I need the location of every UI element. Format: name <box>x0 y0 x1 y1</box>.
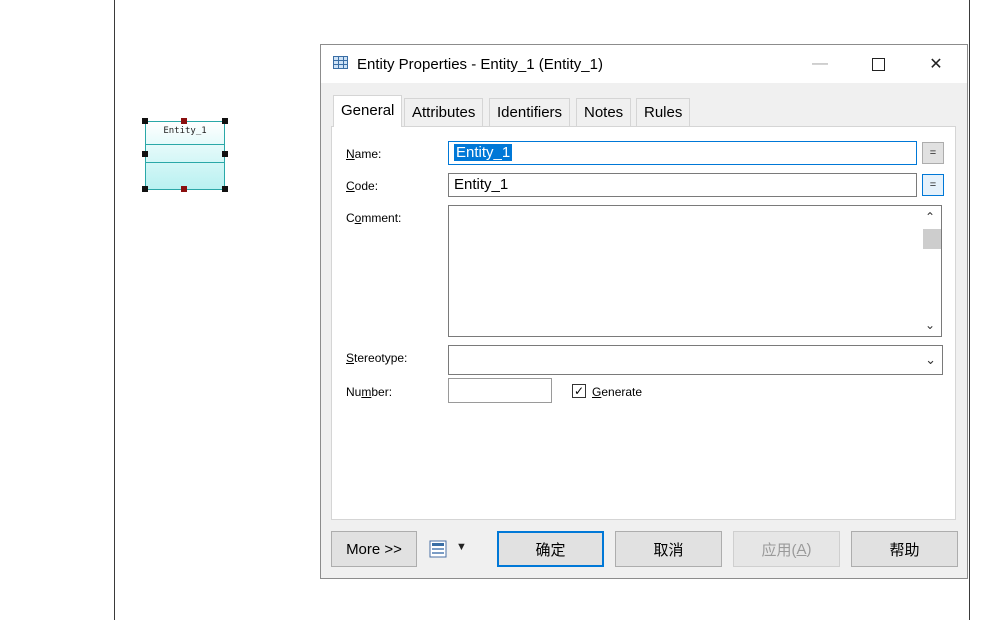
code-sync-button[interactable]: = <box>922 174 944 196</box>
cancel-button[interactable]: 取消 <box>615 531 722 567</box>
comment-label-start: C <box>346 211 355 225</box>
chevron-down-icon: ⌄ <box>925 352 936 367</box>
name-label: Name: <box>346 147 381 161</box>
name-field[interactable]: Entity_1 <box>448 141 917 165</box>
entity-symbol-name: Entity_1 <box>163 126 207 136</box>
scroll-up-icon[interactable]: ⌃ <box>920 207 940 227</box>
minimize-icon: — <box>812 55 828 72</box>
entity-separator-1 <box>146 144 224 145</box>
number-label: Number: <box>346 385 392 399</box>
generate-label[interactable]: Generate <box>592 385 642 399</box>
number-label-accesskey: m <box>361 385 372 399</box>
code-label-text: ode: <box>354 179 379 193</box>
scroll-thumb[interactable] <box>923 229 941 249</box>
comment-label: Comment: <box>346 211 401 225</box>
name-label-accesskey: N <box>346 147 355 161</box>
stereotype-combobox[interactable]: ⌄ <box>448 345 943 375</box>
diagram-border-left <box>114 0 115 620</box>
stereotype-label: Stereotype: <box>346 351 407 365</box>
dialog-titlebar[interactable]: Entity Properties - Entity_1 (Entity_1) … <box>321 45 967 83</box>
maximize-button[interactable] <box>855 45 901 83</box>
generate-checkbox[interactable]: ✓ <box>572 384 586 398</box>
list-format-icon[interactable] <box>429 540 447 558</box>
tab-attributes[interactable]: Attributes <box>404 98 484 126</box>
generate-label-text: enerate <box>601 385 643 399</box>
comment-label-text: mment: <box>361 211 402 225</box>
tab-identifiers[interactable]: Identifiers <box>489 98 571 126</box>
diagram-border-right <box>969 0 970 620</box>
resize-handle-w[interactable] <box>142 151 148 157</box>
entity-symbol[interactable]: Entity_1 <box>145 121 225 190</box>
resize-handle-se[interactable] <box>222 186 228 192</box>
name-field-value: Entity_1 <box>454 144 513 161</box>
code-label-accesskey: C <box>346 179 355 193</box>
resize-handle-e[interactable] <box>222 151 228 157</box>
number-label-start: Nu <box>346 385 362 399</box>
comment-textarea[interactable]: ⌃ ⌄ <box>448 205 942 337</box>
general-tab-panel: Name: Entity_1 = Code: Entity_1 = Commen… <box>331 126 956 520</box>
code-field[interactable]: Entity_1 <box>448 173 917 197</box>
stereotype-label-accesskey: S <box>346 351 355 365</box>
scroll-down-icon[interactable]: ⌄ <box>920 315 940 335</box>
number-label-text: ber: <box>371 385 393 399</box>
tab-general[interactable]: General <box>333 95 403 127</box>
generate-label-accesskey: G <box>592 385 602 399</box>
apply-button-label-end: ) <box>806 540 812 558</box>
resize-handle-ne[interactable] <box>222 118 228 124</box>
stereotype-label-text: tereotype: <box>354 351 408 365</box>
more-button[interactable]: More >> <box>331 531 417 567</box>
resize-handle-nw[interactable] <box>142 118 148 124</box>
close-icon: ✕ <box>929 56 943 73</box>
maximize-icon <box>871 57 885 71</box>
apply-button-label: 应用( <box>761 541 797 559</box>
resize-handle-s[interactable] <box>181 186 187 192</box>
name-label-text: ame: <box>354 147 382 161</box>
entity-separator-2 <box>146 162 224 163</box>
close-button[interactable]: ✕ <box>913 45 959 83</box>
dialog-title: Entity Properties - Entity_1 (Entity_1) <box>357 56 603 73</box>
resize-handle-sw[interactable] <box>142 186 148 192</box>
tab-rules[interactable]: Rules <box>636 98 691 126</box>
help-button[interactable]: 帮助 <box>851 531 958 567</box>
tab-notes[interactable]: Notes <box>576 98 632 126</box>
apply-button-accesskey: A <box>796 540 807 558</box>
entity-properties-dialog: Entity Properties - Entity_1 (Entity_1) … <box>320 44 968 579</box>
dropdown-caret-icon[interactable]: ▼ <box>456 541 467 553</box>
minimize-button[interactable]: — <box>797 45 843 83</box>
resize-handle-n[interactable] <box>181 118 187 124</box>
code-label: Code: <box>346 179 378 193</box>
comment-scrollbar[interactable]: ⌃ ⌄ <box>920 207 941 335</box>
ok-button[interactable]: 确定 <box>497 531 604 567</box>
name-sync-button[interactable]: = <box>922 142 944 164</box>
number-field[interactable] <box>448 378 552 403</box>
entity-table-icon <box>333 56 348 69</box>
apply-button[interactable]: 应用(A) <box>733 531 840 567</box>
